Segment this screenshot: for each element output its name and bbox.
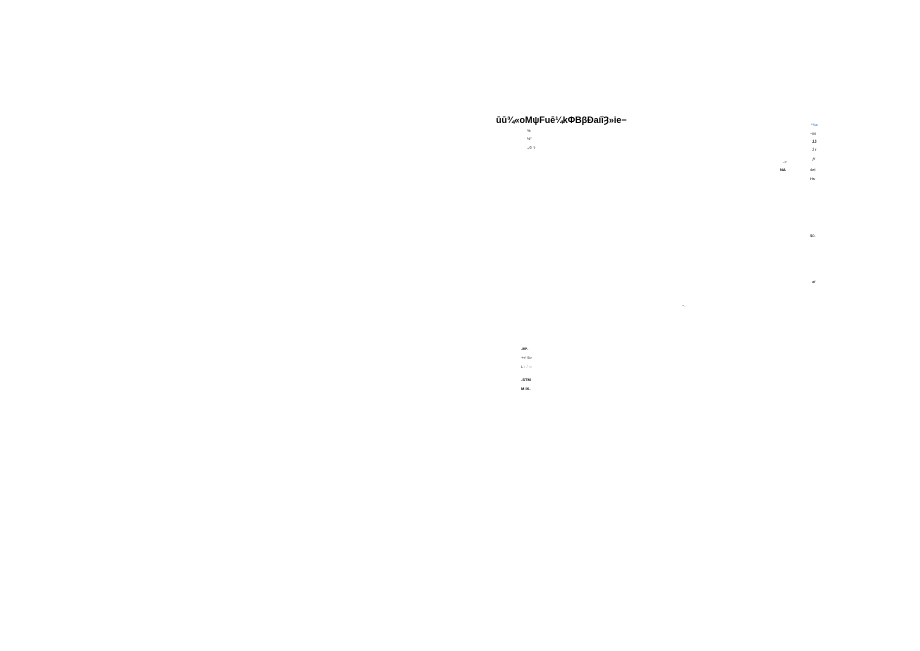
left-fragment-half: ½" [527,136,532,141]
na-text: NA [780,167,786,172]
bottom-line-3: L : .' :: [521,364,532,369]
right-fragment-2: ĴĴ [812,139,816,144]
right-fragment-5: 4el [810,167,815,172]
right-fragment-6: Hs [810,176,815,181]
bottom-line-4: -STM [521,377,531,382]
bottom-line-2: +«' 5> [521,355,532,360]
garbled-title: ūū¾«oMψFuē¼kΦBβÐaíīȜ»ie− [496,115,627,125]
bottom-line-5: M IX- [521,386,531,391]
right-fragment-3: Ĵ f [812,147,816,152]
tilde-dot: ~. [682,303,685,308]
left-fragment-pct: % [527,128,531,133]
right-fragment-1: ~M [810,131,816,136]
arrow-text: -> [783,159,787,164]
right-fragment-4: ƒi [812,156,815,161]
left-fragment-plus: ₊© ? [527,145,535,150]
right-fragment-7: $0. [810,233,816,238]
bottom-line-1: -M*. [521,346,528,351]
right-link[interactable]: *¾c [811,122,818,127]
right-fragment-8: af [812,279,815,284]
